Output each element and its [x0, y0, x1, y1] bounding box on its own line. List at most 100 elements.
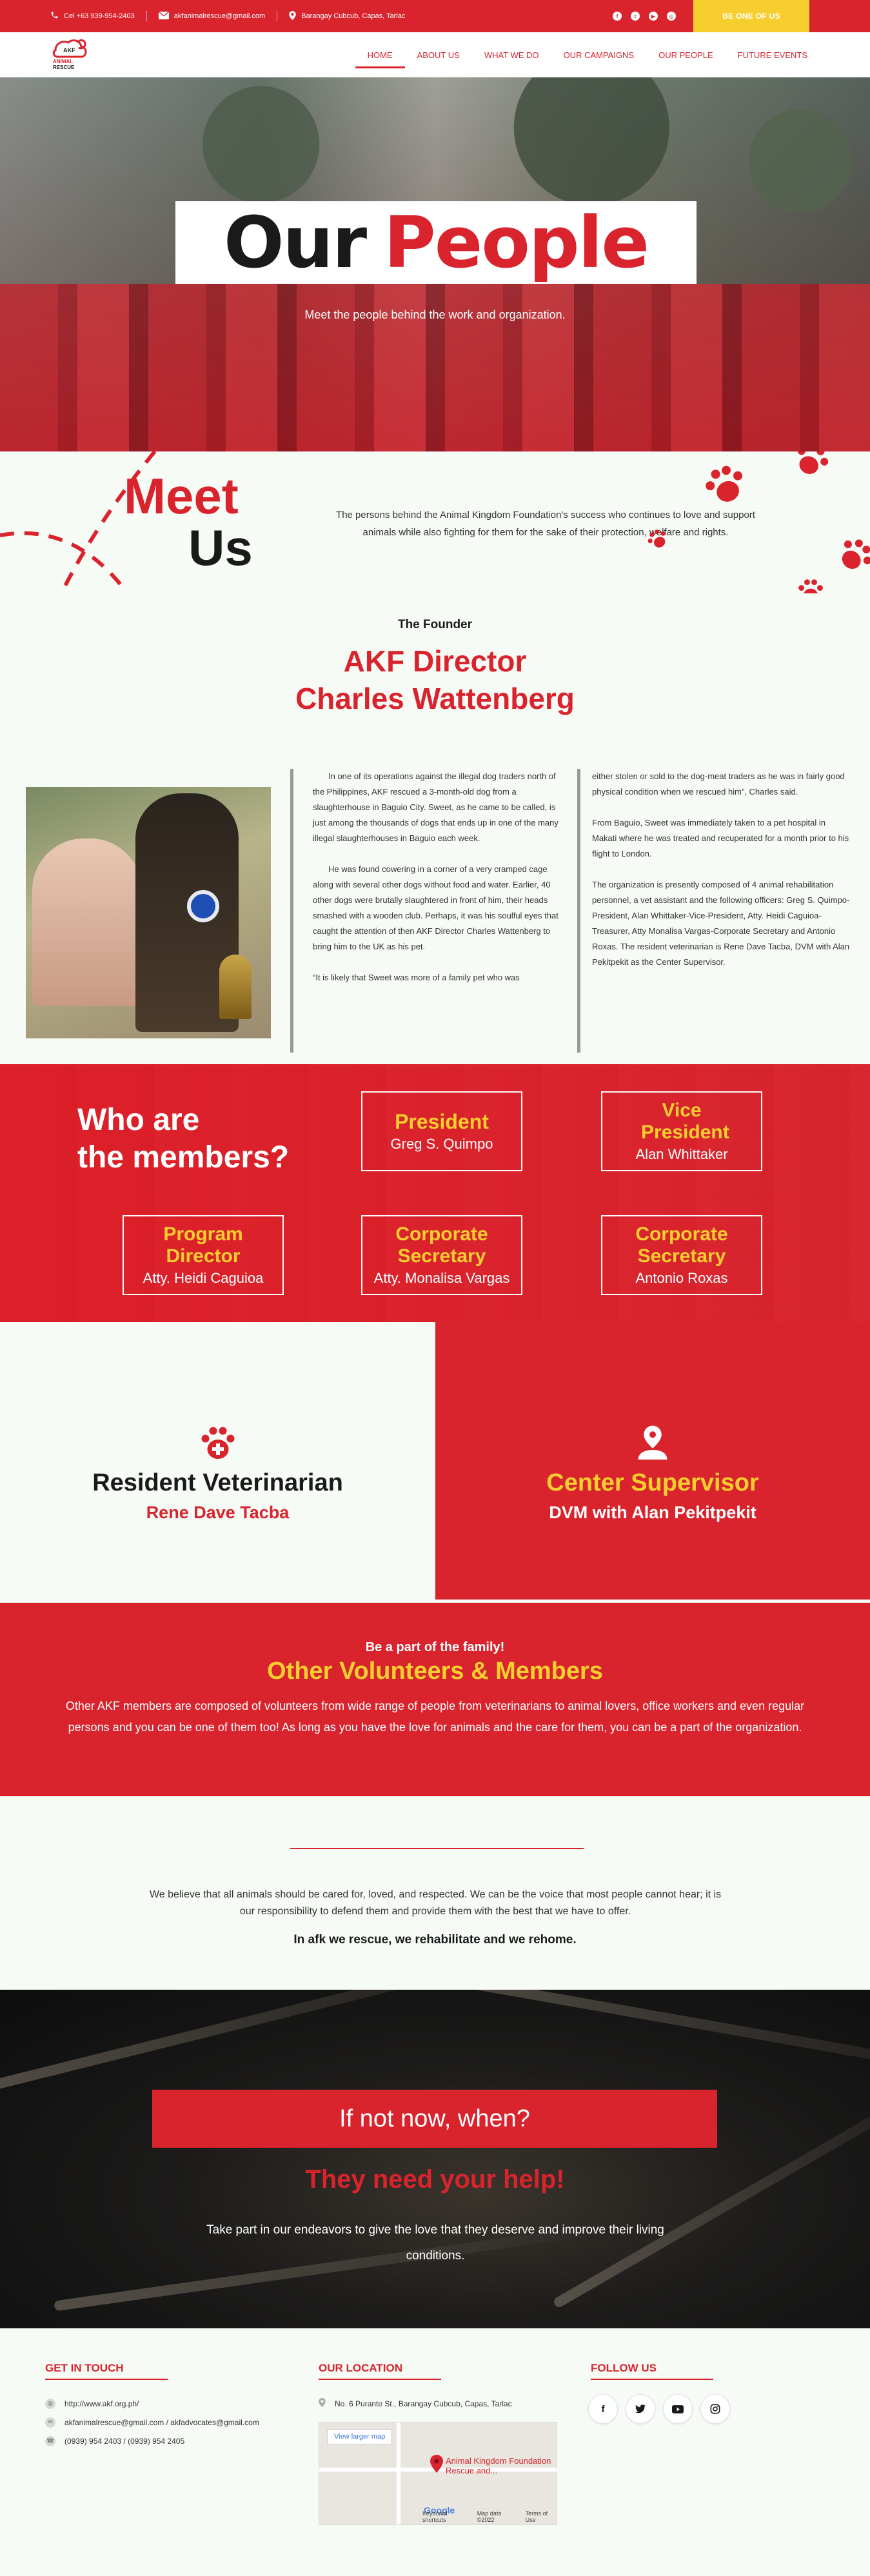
email-text: akfanimalrescue@gmail.com — [173, 12, 266, 20]
staff-section: Resident Veterinarian Rene Dave Tacba Ce… — [0, 1322, 870, 1603]
paw-print-icon — [798, 579, 823, 593]
founder-title-line2: Charles Wattenberg — [295, 682, 575, 715]
hero-title-dark: Our — [224, 201, 367, 284]
youtube-icon[interactable]: ▶ — [649, 12, 658, 21]
akf-logo[interactable]: AKF ANIMAL RESCUE — [49, 36, 90, 74]
story-paragraph: either stolen or sold to the dog-meat tr… — [592, 771, 845, 797]
story-paragraph: “It is likely that Sweet was more of a f… — [313, 973, 520, 982]
footer-emails[interactable]: ✉ akfanimalrescue@gmail.com / akfadvocate… — [45, 2413, 259, 2432]
phone-icon — [50, 11, 59, 21]
story-paragraph: From Baguio, Sweet was immediately taken… — [592, 818, 849, 858]
mail-icon — [158, 11, 169, 21]
story-paragraph: He was found cowering in a corner of a v… — [313, 864, 559, 951]
view-larger-map-link[interactable]: View larger map — [327, 2429, 393, 2444]
email-contact[interactable]: akfanimalrescue@gmail.com — [158, 11, 266, 21]
hero-title-box: Our People — [175, 201, 697, 284]
members-heading: Who are the members? — [77, 1102, 289, 1176]
background-branch — [390, 1990, 870, 2065]
phone-contact[interactable]: Cel +63 939-954-2403 — [50, 11, 135, 21]
footer-follow-heading: FOLLOW US — [591, 2362, 713, 2380]
twitter-icon[interactable] — [626, 2394, 655, 2424]
nav-item-our-campaigns[interactable]: OUR CAMPAIGNS — [551, 32, 647, 77]
volunteers-heading: Other Volunteers & Members — [267, 1658, 603, 1685]
website-link[interactable]: http://www.akf.org.ph/ — [64, 2399, 139, 2408]
call-to-action-section: If not now, when? They need your help! T… — [0, 1990, 870, 2328]
footer-phones[interactable]: ☎ (0939) 954 2403 / (0939) 954 2405 — [45, 2432, 259, 2450]
map-road — [397, 2422, 400, 2524]
phone-icon: ☎ — [45, 2435, 55, 2446]
instagram-icon[interactable] — [700, 2394, 730, 2424]
be-one-of-us-button[interactable]: BE ONE OF US — [693, 0, 809, 32]
terms-of-use-link[interactable]: Terms of Use — [526, 2510, 557, 2523]
map-pin-label: Animal Kingdom Foundation Rescue and... — [446, 2456, 551, 2475]
instagram-icon[interactable]: ◎ — [667, 12, 676, 21]
mail-icon: ✉ — [45, 2417, 55, 2428]
footer-address: No. 6 Purante St., Barangay Cubcub, Capa… — [319, 2394, 512, 2413]
footer-social-links: f — [588, 2394, 730, 2424]
members-heading-line2: the members? — [77, 1140, 290, 1174]
footer-contact-heading: GET IN TOUCH — [45, 2362, 168, 2380]
youtube-icon[interactable] — [663, 2394, 693, 2424]
meet-description: The persons behind the Animal Kingdom Fo… — [336, 510, 755, 538]
nav-item-what-we-do[interactable]: WHAT WE DO — [472, 32, 551, 77]
address-text: No. 6 Purante St., Barangay Cubcub, Capa… — [335, 2399, 512, 2408]
cta-banner: If not now, when? — [152, 2090, 717, 2148]
member-card-vice-president: Vice President Alan Whittaker — [601, 1091, 762, 1171]
footer-contact-list: ◍ http://www.akf.org.ph/ ✉ akfanimalrescue… — [45, 2394, 259, 2450]
nav-item-home[interactable]: HOME — [355, 32, 405, 77]
resident-veterinarian-card: Resident Veterinarian Rene Dave Tacba — [0, 1322, 435, 1600]
founder-label: The Founder — [397, 618, 473, 631]
cta-heading: They need your help! — [305, 2165, 565, 2194]
footer-website[interactable]: ◍ http://www.akf.org.ph/ — [45, 2394, 259, 2413]
member-name: Greg S. Quimpo — [390, 1136, 493, 1152]
phones-text[interactable]: (0939) 954 2403 / (0939) 954 2405 — [64, 2437, 184, 2446]
location-pin-icon — [319, 2398, 326, 2409]
member-role: Corporate Secretary — [635, 1224, 728, 1267]
top-bar: Cel +63 939-954-2403 akfanimalrescue@gma… — [0, 0, 870, 32]
member-card-corporate-secretary-2: Corporate Secretary Antonio Roxas — [601, 1215, 762, 1295]
supervisor-title: Center Supervisor — [546, 1469, 759, 1496]
mission-statement: We believe that all animals should be ca… — [0, 1796, 870, 1990]
member-card-president: President Greg S. Quimpo — [361, 1091, 522, 1171]
nav-item-future-events[interactable]: FUTURE EVENTS — [726, 32, 820, 77]
hero-title-red: People — [384, 201, 649, 284]
nav-menu: HOME ABOUT US WHAT WE DO OUR CAMPAIGNS O… — [355, 32, 820, 77]
divider — [146, 11, 147, 21]
member-role: Vice President — [641, 1100, 729, 1143]
facebook-icon[interactable]: f — [613, 12, 622, 21]
member-role: President — [395, 1110, 489, 1133]
volunteers-section: Be a part of the family! Other Volunteer… — [0, 1603, 870, 1796]
member-role: Corporate Secretary — [395, 1224, 488, 1267]
keyboard-shortcuts-link[interactable]: Keyboard shortcuts — [422, 2510, 468, 2523]
vet-paw-icon — [201, 1427, 234, 1459]
vet-name: Rene Dave Tacba — [146, 1503, 290, 1522]
founder-section: The Founder AKF Director Charles Wattenb… — [0, 593, 870, 761]
location-text: Barangay Cubcub, Capas, Tarlac — [301, 12, 406, 20]
map-footer: Keyboard shortcuts Map data ©2022 Terms … — [422, 2510, 557, 2523]
members-heading-line1: Who are — [77, 1103, 200, 1137]
member-name: Alan Whittaker — [635, 1146, 728, 1162]
twitter-icon[interactable]: t — [631, 12, 640, 21]
nav-item-about-us[interactable]: ABOUT US — [405, 32, 472, 77]
person-pin-icon — [638, 1425, 667, 1460]
facebook-icon[interactable]: f — [588, 2394, 618, 2424]
nav-item-our-people[interactable]: OUR PEOPLE — [646, 32, 726, 77]
hero-banner: Our People Meet the people behind the wo… — [0, 77, 870, 451]
story-column-2: either stolen or sold to the dog-meat tr… — [592, 769, 850, 986]
member-role: Program Director — [163, 1224, 243, 1267]
globe-icon: ◍ — [45, 2398, 55, 2409]
embedded-map[interactable]: View larger map Animal Kingdom Foundatio… — [319, 2422, 557, 2525]
member-name: Antonio Roxas — [635, 1270, 728, 1286]
main-nav: AKF ANIMAL RESCUE HOME ABOUT US WHAT WE … — [0, 32, 870, 77]
members-section: Who are the members? President Greg S. Q… — [0, 1064, 870, 1322]
svg-text:RESCUE: RESCUE — [53, 64, 75, 70]
divider — [290, 1848, 584, 1849]
member-name: Atty. Monalisa Vargas — [373, 1270, 510, 1286]
founder-with-dog-photo — [26, 787, 271, 1038]
meet-heading-word1: Meet — [124, 468, 239, 524]
photo-person — [32, 838, 142, 1006]
founder-title-line1: AKF Director — [343, 644, 527, 678]
mission-text: We believe that all animals should be ca… — [149, 1889, 722, 1917]
map-pin-icon[interactable] — [430, 2455, 443, 2473]
emails-text[interactable]: akfanimalrescue@gmail.com / akfadvocates… — [64, 2418, 259, 2427]
